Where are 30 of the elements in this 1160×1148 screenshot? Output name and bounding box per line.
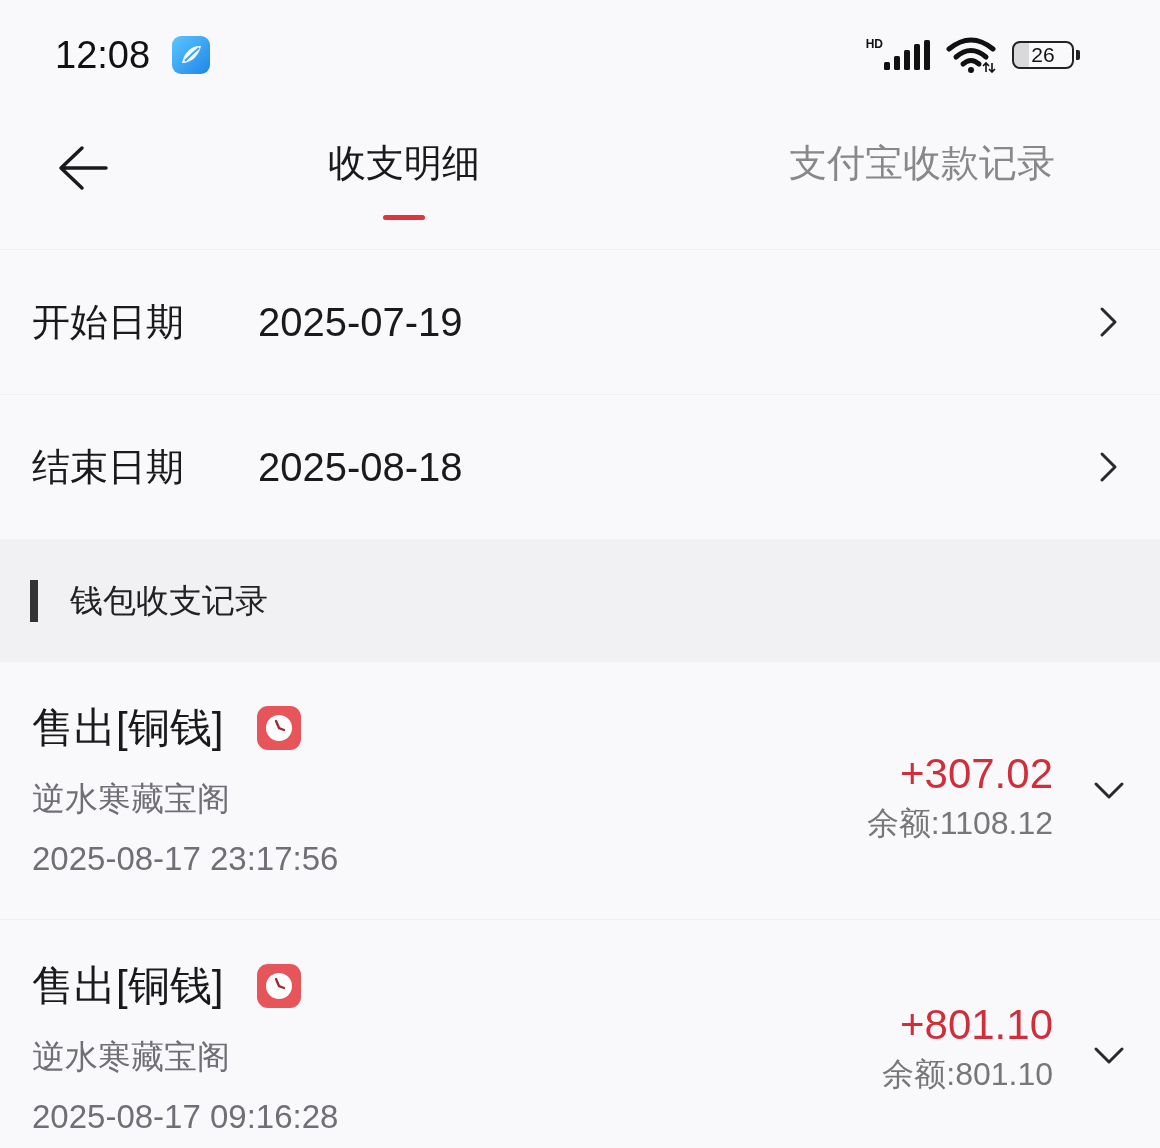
chevron-down-icon[interactable] <box>1093 781 1125 800</box>
record-time: 2025-08-17 09:16:28 <box>32 1097 339 1137</box>
clock-icon <box>257 964 302 1008</box>
date-label: 开始日期 <box>32 300 185 345</box>
signal-icon <box>884 40 930 70</box>
app-notification-icon <box>172 36 211 74</box>
section-marker <box>30 580 38 622</box>
date-value[interactable]: 2025-08-18 <box>258 443 463 491</box>
record-time: 2025-08-17 23:17:56 <box>32 839 339 879</box>
back-arrow-icon[interactable] <box>58 145 108 191</box>
chevron-right-icon[interactable] <box>1099 306 1118 338</box>
clock-icon <box>257 706 302 750</box>
record-amount: +307.02 <box>900 748 1053 799</box>
record-balance: 余额:1108.12 <box>866 803 1053 843</box>
record-source: 逆水寒藏宝阁 <box>32 779 230 819</box>
chevron-right-icon[interactable] <box>1099 451 1118 483</box>
chevron-down-icon[interactable] <box>1093 1046 1125 1065</box>
network-type-label: HD <box>865 38 883 50</box>
record-balance: 余额:801.10 <box>882 1055 1053 1094</box>
date-label: 结束日期 <box>32 445 185 490</box>
record-amount: +801.10 <box>900 1000 1053 1050</box>
record-source: 逆水寒藏宝阁 <box>32 1037 230 1077</box>
tab[interactable]: 收支明细 <box>328 140 480 220</box>
record-title: 售出[铜钱] <box>32 961 224 1011</box>
battery-indicator: 26 <box>1012 41 1080 69</box>
section-title: 钱包收支记录 <box>70 581 268 621</box>
date-value[interactable]: 2025-07-19 <box>258 298 463 346</box>
record-title: 售出[铜钱] <box>32 703 224 753</box>
status-time: 12:08 <box>55 33 151 77</box>
wifi-icon <box>946 37 996 73</box>
